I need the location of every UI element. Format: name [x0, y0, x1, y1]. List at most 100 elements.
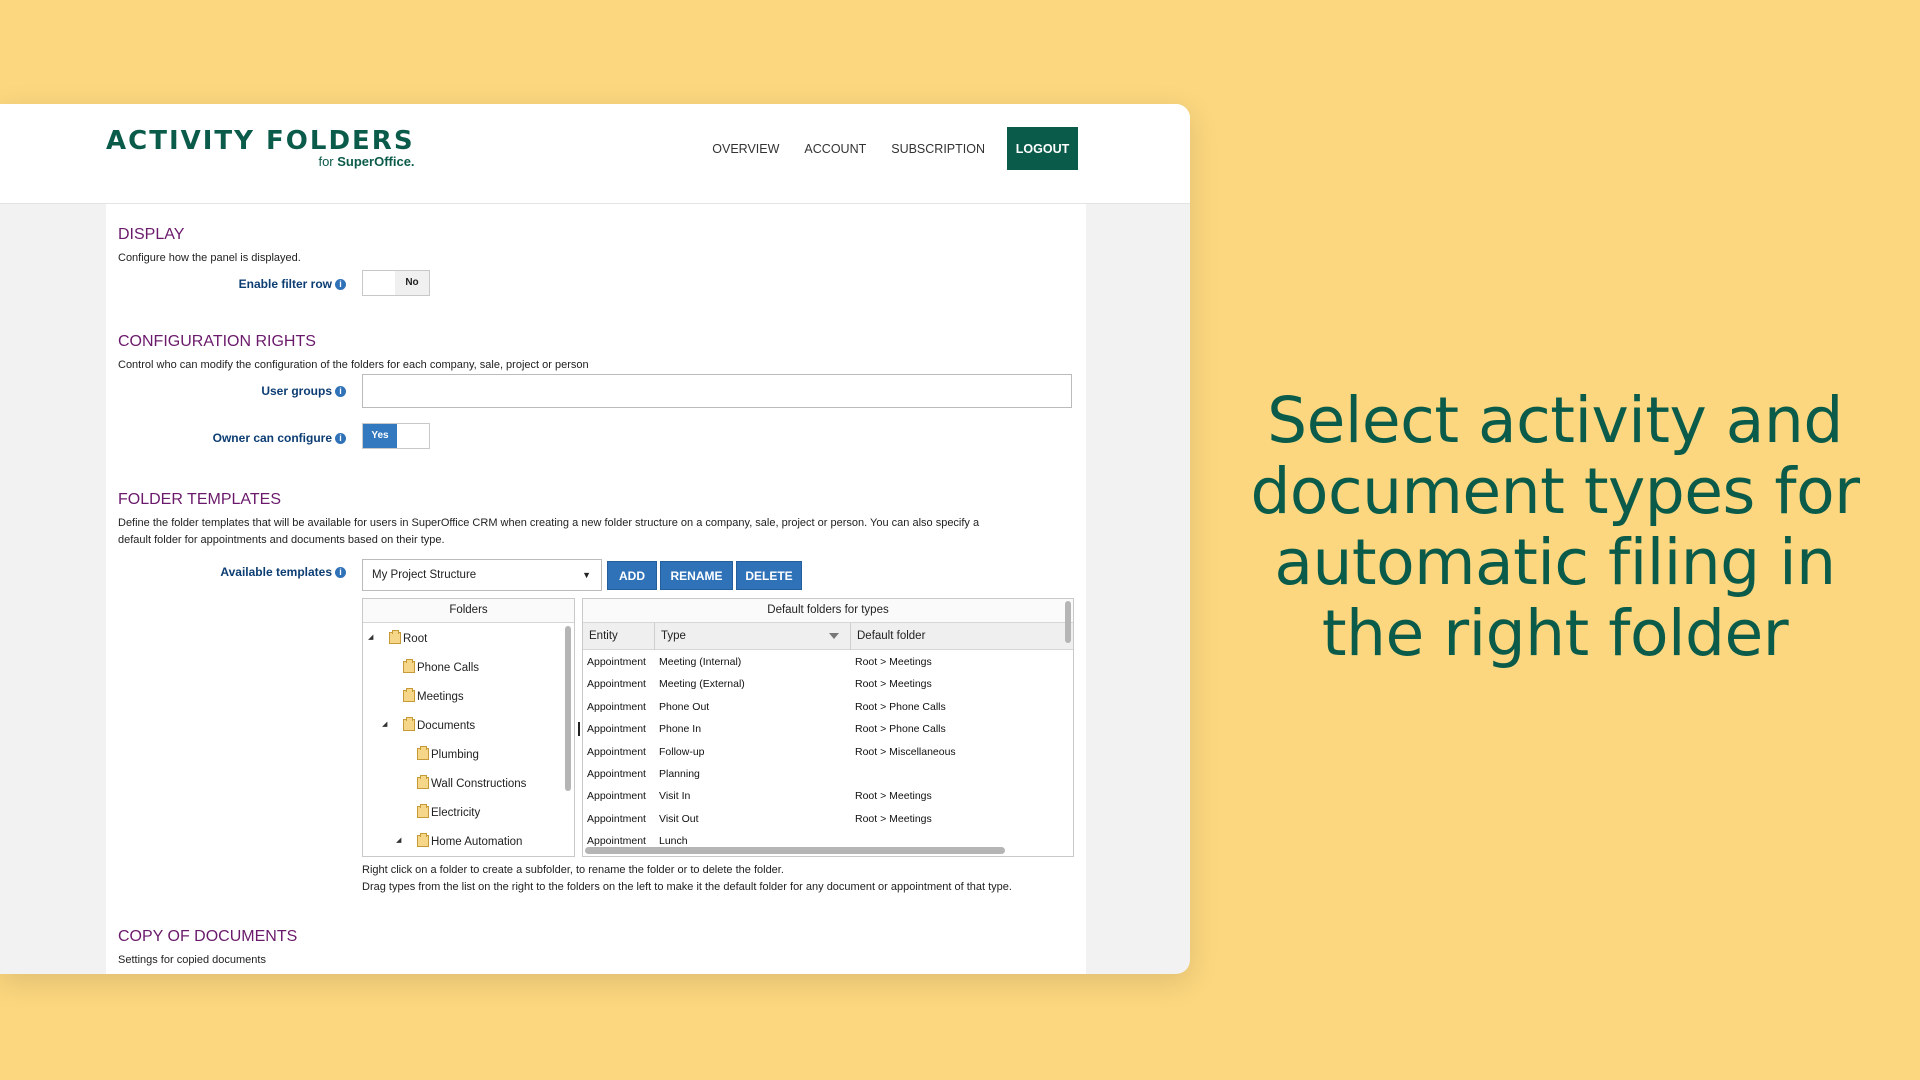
table-row[interactable]: Appointment Phone Out Root > Phone Calls [583, 697, 1063, 719]
logo-subtitle: for SuperOffice. [106, 154, 415, 169]
user-groups-label: User groups i [106, 384, 346, 398]
folders-panel: Folders ◢ Root Phone Calls Meetings ◢ Do… [362, 598, 575, 857]
folder-name: Documents [417, 720, 476, 732]
folder-icon [389, 630, 401, 644]
cell-default-folder: Root > Phone Calls [855, 700, 946, 713]
tree-folder-phone-calls[interactable]: Phone Calls [403, 659, 479, 677]
info-icon[interactable]: i [335, 567, 346, 578]
table-row[interactable]: Appointment Follow-up Root > Miscellaneous [583, 742, 1063, 764]
user-groups-label-text: User groups [261, 384, 332, 398]
cell-entity: Appointment [587, 700, 646, 713]
splitter-handle[interactable] [578, 722, 580, 736]
folder-name: Electricity [431, 807, 481, 819]
cell-type: Follow-up [659, 745, 705, 758]
table-row[interactable]: Appointment Visit In Root > Meetings [583, 786, 1063, 808]
collapse-triangle-icon[interactable]: ◢ [368, 633, 373, 641]
cell-default-folder: Root > Meetings [855, 790, 932, 803]
folder-icon [403, 688, 415, 702]
table-row[interactable]: Appointment Meeting (External) Root > Meet… [583, 674, 1063, 696]
add-template-button[interactable]: ADD [607, 561, 657, 590]
cell-default-folder: Root > Miscellaneous [855, 745, 956, 758]
cell-type: Meeting (External) [659, 678, 745, 691]
grid-horizontal-scrollbar[interactable] [585, 847, 1005, 854]
folders-scrollbar[interactable] [565, 626, 571, 791]
copy-documents-section-title: COPY OF DOCUMENTS [118, 928, 298, 945]
folder-icon [417, 746, 429, 760]
delete-template-button[interactable]: DELETE [736, 561, 802, 590]
folder-name: Wall Constructions [431, 778, 527, 790]
cell-default-folder: Root > Phone Calls [855, 723, 946, 736]
cell-type: Planning [659, 768, 700, 780]
column-type[interactable]: Type [655, 623, 851, 650]
display-section-title: DISPLAY [118, 226, 185, 243]
tree-folder-documents[interactable]: Documents [403, 717, 475, 735]
info-icon[interactable]: i [335, 433, 346, 444]
template-select[interactable]: My Project Structure ▼ [362, 559, 602, 591]
filter-icon[interactable] [829, 633, 839, 639]
table-row[interactable]: Appointment Planning [583, 764, 1063, 786]
table-row[interactable]: Appointment Phone In Root > Phone Calls [583, 719, 1063, 741]
table-row[interactable]: Appointment Meeting (Internal) Root > Meet… [583, 652, 1063, 674]
copy-documents-section-desc: Settings for copied documents [118, 954, 266, 966]
logout-button[interactable]: LOGOUT [1007, 127, 1078, 170]
logo-sub-brand: SuperOffice. [337, 154, 415, 169]
tree-folder-meetings[interactable]: Meetings [403, 688, 464, 706]
folder-icon [417, 804, 429, 818]
config-rights-section-desc: Control who can modify the configuration… [118, 359, 589, 371]
default-folders-grid: Default folders for types Entity Type De… [582, 598, 1074, 857]
enable-filter-row-label-text: Enable filter row [238, 277, 332, 291]
tree-folder-plumbing[interactable]: Plumbing [417, 746, 479, 764]
cell-type: Lunch [659, 835, 688, 848]
folder-name: Home Automation [431, 836, 523, 848]
settings-content: DISPLAY Configure how the panel is displ… [106, 204, 1086, 974]
marketing-headline: Select activity and document types for a… [1250, 384, 1860, 670]
enable-filter-row-toggle[interactable]: No [362, 270, 430, 296]
logo[interactable]: ACTIVITY FOLDERS for SuperOffice. [106, 126, 415, 169]
cell-type: Visit In [659, 790, 691, 803]
owner-can-configure-label: Owner can configure i [106, 431, 346, 445]
templates-note-line2: Drag types from the list on the right to… [362, 881, 1012, 893]
nav-subscription[interactable]: SUBSCRIPTION [891, 142, 985, 156]
rename-template-button[interactable]: RENAME [660, 561, 733, 590]
cell-default-folder: Root > Meetings [855, 812, 932, 825]
owner-can-configure-toggle[interactable]: Yes [362, 423, 430, 449]
toggle-state: No [395, 271, 429, 295]
collapse-triangle-icon[interactable]: ◢ [396, 836, 401, 844]
column-default-folder[interactable]: Default folder [851, 623, 1063, 650]
column-entity[interactable]: Entity [583, 623, 655, 650]
user-groups-input[interactable] [362, 374, 1072, 408]
tree-folder-electricity[interactable]: Electricity [417, 804, 480, 822]
info-icon[interactable]: i [335, 386, 346, 397]
available-templates-label: Available templates i [106, 565, 346, 579]
grid-header-row: Entity Type Default folder [583, 623, 1073, 650]
cell-entity: Appointment [587, 678, 646, 691]
folder-icon [403, 717, 415, 731]
cell-entity: Appointment [587, 656, 646, 668]
cell-entity: Appointment [587, 745, 646, 758]
tree-folder-home-automation[interactable]: Home Automation [417, 833, 522, 851]
cell-default-folder: Root > Meetings [855, 678, 932, 691]
available-templates-label-text: Available templates [220, 565, 332, 579]
folder-name: Meetings [417, 691, 464, 703]
folder-icon [417, 833, 429, 847]
display-section-desc: Configure how the panel is displayed. [118, 252, 301, 264]
folder-templates-section-title: FOLDER TEMPLATES [118, 491, 281, 508]
cell-entity: Appointment [587, 812, 646, 825]
cell-default-folder: Root > Meetings [855, 656, 932, 668]
nav-overview[interactable]: OVERVIEW [712, 142, 779, 156]
table-row[interactable]: Appointment Visit Out Root > Meetings [583, 809, 1063, 831]
folder-name: Root [403, 633, 428, 645]
app-window: ACTIVITY FOLDERS for SuperOffice. OVERVI… [0, 104, 1190, 974]
logo-title: ACTIVITY FOLDERS [106, 126, 415, 156]
chevron-down-icon: ▼ [582, 570, 591, 580]
nav-account[interactable]: ACCOUNT [804, 142, 866, 156]
toggle-state: Yes [363, 424, 397, 448]
config-rights-section-title: CONFIGURATION RIGHTS [118, 333, 316, 350]
info-icon[interactable]: i [335, 279, 346, 290]
template-select-value: My Project Structure [372, 569, 477, 581]
grid-vertical-scrollbar[interactable] [1065, 601, 1071, 643]
collapse-triangle-icon[interactable]: ◢ [382, 720, 387, 728]
tree-folder-wall-constructions[interactable]: Wall Constructions [417, 775, 526, 793]
cell-entity: Appointment [587, 723, 646, 736]
tree-folder-root[interactable]: Root [389, 630, 427, 648]
